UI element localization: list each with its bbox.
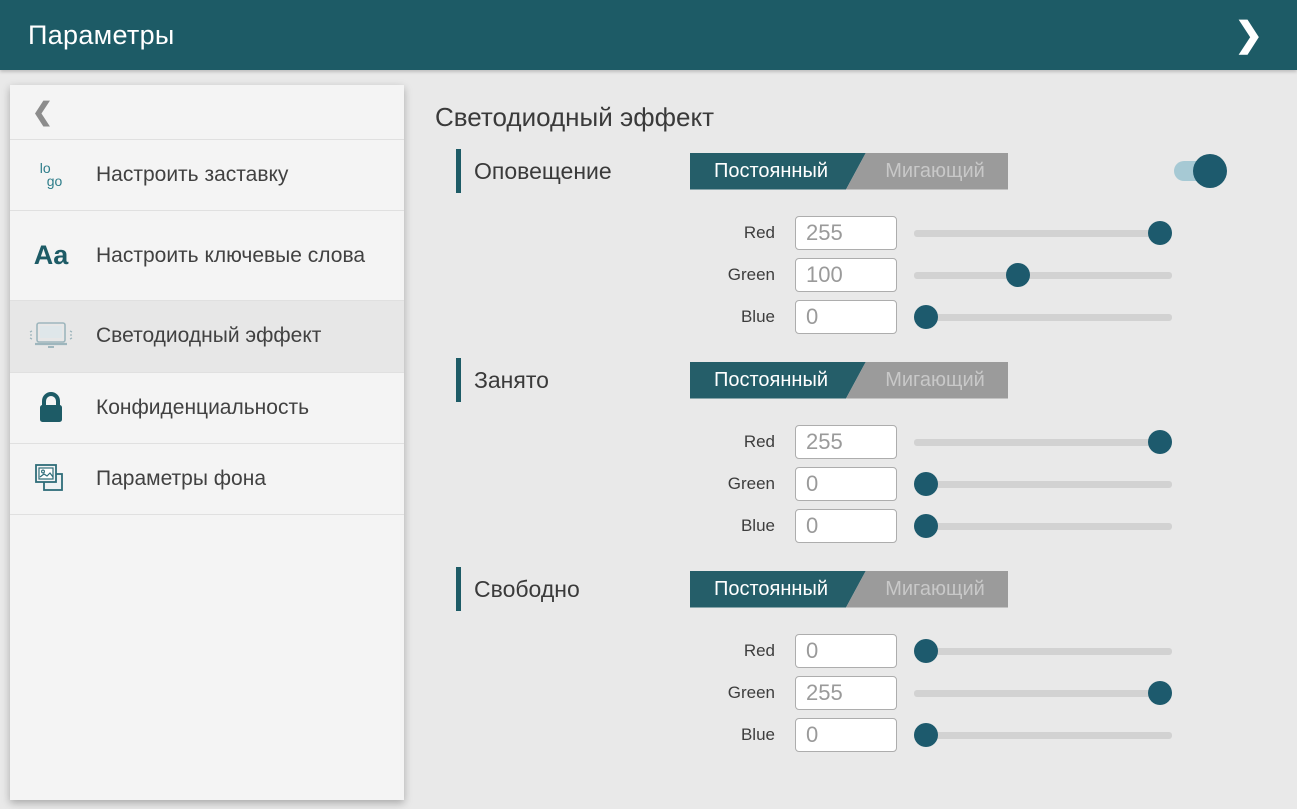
sidebar-item-led-effect[interactable]: Светодиодный эффект (10, 301, 404, 372)
slider-track[interactable] (914, 690, 1172, 697)
slider-label-blue: Blue (435, 725, 795, 745)
slider-track[interactable] (914, 272, 1172, 279)
slider-track[interactable] (914, 439, 1172, 446)
text-format-icon: Aa (22, 240, 80, 271)
slider-label-green: Green (435, 683, 795, 703)
slider-thumb[interactable] (914, 305, 938, 329)
red-value-input[interactable] (795, 216, 897, 250)
slider-label-red: Red (435, 223, 795, 243)
slider-label-blue: Blue (435, 516, 795, 536)
slider-label-green: Green (435, 474, 795, 494)
main-content: Светодиодный эффект Оповещение Постоянны… (435, 70, 1297, 809)
accent-bar (456, 149, 461, 193)
slider-thumb[interactable] (1148, 221, 1172, 245)
accent-bar (456, 567, 461, 611)
section-busy: Занято Постоянный Мигающий Red Green (435, 358, 1297, 543)
slider-thumb[interactable] (914, 723, 938, 747)
sidebar-item-label: Настроить заставку (80, 140, 302, 210)
accent-bar (456, 358, 461, 402)
slider-label-green: Green (435, 265, 795, 285)
back-chevron-icon: ❮ (32, 97, 53, 127)
images-icon (22, 462, 80, 496)
slider-thumb[interactable] (1006, 263, 1030, 287)
blue-slider[interactable] (914, 300, 1172, 334)
sidebar-item-label: Конфиденциальность (80, 373, 323, 443)
sidebar-item-background[interactable]: Параметры фона (10, 444, 404, 515)
sidebar-item-screensaver[interactable]: logo Настроить заставку (10, 140, 404, 211)
sidebar-item-label: Настроить ключевые слова (80, 221, 379, 291)
section-label: Оповещение (474, 158, 690, 185)
segment-constant[interactable]: Постоянный (690, 362, 866, 399)
green-value-input[interactable] (795, 467, 897, 501)
slider-thumb[interactable] (914, 514, 938, 538)
app-header: Параметры ❯ (0, 0, 1297, 70)
slider-thumb[interactable] (1148, 681, 1172, 705)
slider-track[interactable] (914, 732, 1172, 739)
blue-slider[interactable] (914, 509, 1172, 543)
red-value-input[interactable] (795, 425, 897, 459)
sidebar-item-label: Параметры фона (80, 444, 280, 514)
blue-value-input[interactable] (795, 509, 897, 543)
slider-track[interactable] (914, 314, 1172, 321)
slider-label-blue: Blue (435, 307, 795, 327)
sidebar-collapse-button[interactable]: ❮ (10, 85, 404, 140)
section-notification: Оповещение Постоянный Мигающий Red Green (435, 149, 1297, 334)
mode-segment-control: Постоянный Мигающий (690, 362, 1008, 399)
main-title: Светодиодный эффект (435, 102, 1297, 133)
slider-track[interactable] (914, 481, 1172, 488)
blue-value-input[interactable] (795, 300, 897, 334)
slider-track[interactable] (914, 523, 1172, 530)
segment-constant[interactable]: Постоянный (690, 571, 866, 608)
slider-thumb[interactable] (1148, 430, 1172, 454)
red-value-input[interactable] (795, 634, 897, 668)
section-free: Свободно Постоянный Мигающий Red Green (435, 567, 1297, 752)
blue-slider[interactable] (914, 718, 1172, 752)
green-value-input[interactable] (795, 258, 897, 292)
blue-value-input[interactable] (795, 718, 897, 752)
section-label: Занято (474, 367, 690, 394)
forward-chevron-icon[interactable]: ❯ (1229, 16, 1270, 54)
app-title: Параметры (28, 20, 175, 51)
segment-blinking[interactable]: Мигающий (846, 362, 1008, 399)
green-slider[interactable] (914, 258, 1172, 292)
slider-label-red: Red (435, 641, 795, 661)
green-slider[interactable] (914, 676, 1172, 710)
red-slider[interactable] (914, 216, 1172, 250)
section-label: Свободно (474, 576, 690, 603)
lock-icon (22, 391, 80, 425)
segment-blinking[interactable]: Мигающий (846, 153, 1008, 190)
led-display-icon (22, 319, 80, 353)
mode-segment-control: Постоянный Мигающий (690, 571, 1008, 608)
slider-track[interactable] (914, 648, 1172, 655)
red-slider[interactable] (914, 634, 1172, 668)
slider-thumb[interactable] (914, 639, 938, 663)
slider-track[interactable] (914, 230, 1172, 237)
sidebar-item-keywords[interactable]: Aa Настроить ключевые слова (10, 211, 404, 301)
segment-constant[interactable]: Постоянный (690, 153, 866, 190)
green-value-input[interactable] (795, 676, 897, 710)
slider-label-red: Red (435, 432, 795, 452)
logo-icon: logo (22, 162, 80, 188)
mode-segment-control: Постоянный Мигающий (690, 153, 1008, 190)
sidebar: ❮ logo Настроить заставку Aa Настроить к… (10, 85, 404, 800)
slider-thumb[interactable] (914, 472, 938, 496)
segment-blinking[interactable]: Мигающий (846, 571, 1008, 608)
toggle-thumb (1193, 154, 1227, 188)
red-slider[interactable] (914, 425, 1172, 459)
sidebar-item-privacy[interactable]: Конфиденциальность (10, 373, 404, 444)
green-slider[interactable] (914, 467, 1172, 501)
notification-toggle[interactable] (1174, 154, 1227, 188)
sidebar-item-label: Светодиодный эффект (80, 301, 335, 371)
